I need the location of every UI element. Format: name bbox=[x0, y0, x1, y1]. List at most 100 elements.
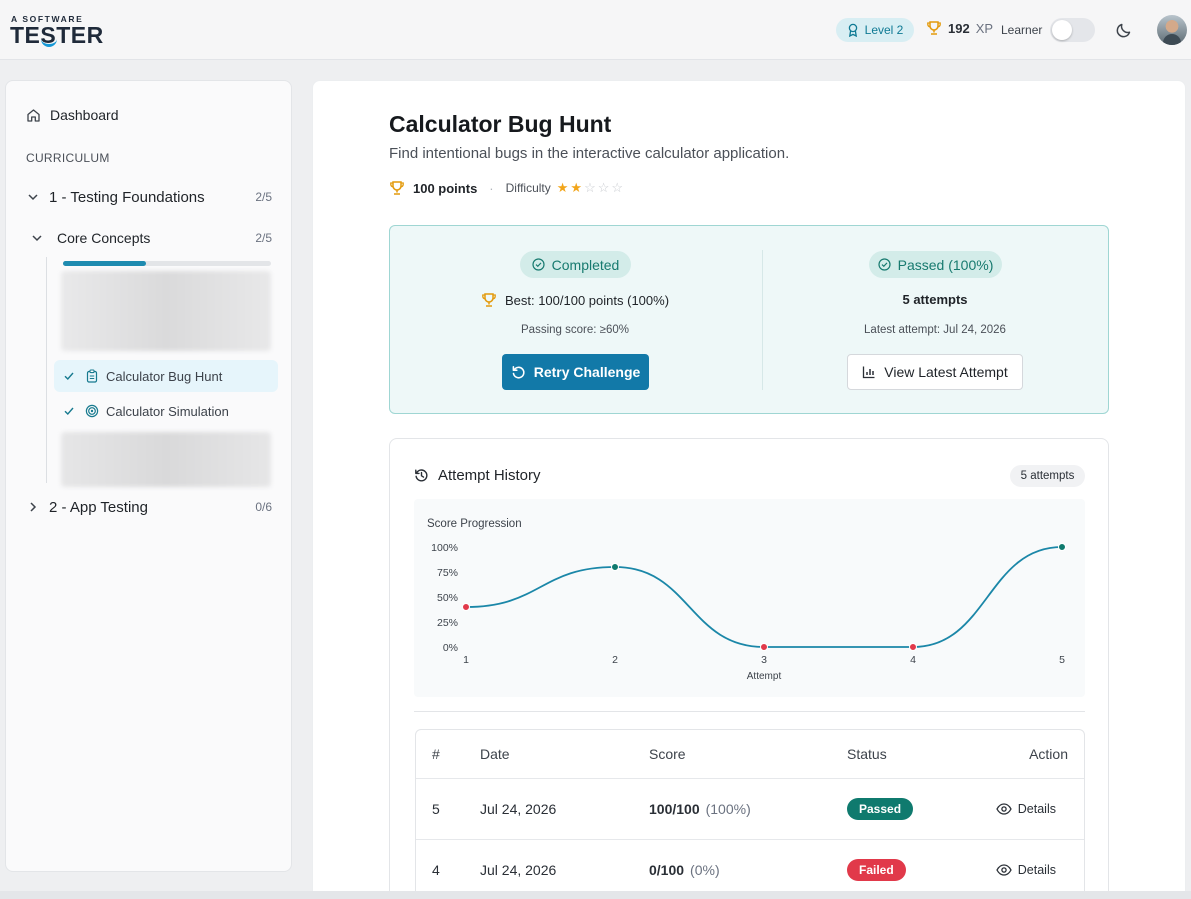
moon-icon[interactable] bbox=[1115, 21, 1133, 39]
x-tick-label: 3 bbox=[761, 654, 767, 666]
trophy-icon bbox=[927, 21, 941, 35]
logo[interactable]: A SOFTWARE TESTER bbox=[10, 14, 110, 48]
view-latest-attempt-button[interactable]: View Latest Attempt bbox=[847, 354, 1023, 390]
result-summary-card: Completed Best: 100/100 points (100%) Pa… bbox=[389, 225, 1109, 414]
module-app-testing[interactable]: 2 - App Testing 0/6 bbox=[26, 496, 272, 518]
table-row: 5 Jul 24, 2026 100/100 (100%) Passed Det… bbox=[416, 779, 1084, 840]
attempts-count: 5 attempts bbox=[902, 292, 968, 307]
sidebar-item-dashboard[interactable]: Dashboard bbox=[26, 107, 119, 123]
avatar[interactable] bbox=[1157, 15, 1187, 45]
trophy-icon bbox=[482, 293, 496, 307]
y-tick-label: 0% bbox=[443, 642, 458, 654]
difficulty-stars: ★ ★ ☆ ☆ ☆ bbox=[555, 180, 623, 196]
col-header-status: Status bbox=[847, 746, 887, 762]
level-badge: Level 2 bbox=[836, 18, 914, 42]
check-icon bbox=[64, 372, 74, 381]
eye-icon bbox=[996, 864, 1012, 876]
target-icon bbox=[85, 404, 99, 418]
details-button[interactable]: Details bbox=[996, 779, 1056, 839]
top-bar: A SOFTWARE TESTER Level 2 192 XP Learner bbox=[0, 0, 1191, 60]
y-tick-label: 75% bbox=[437, 567, 458, 579]
passed-badge: Passed (100%) bbox=[869, 251, 1002, 278]
star-empty-icon: ☆ bbox=[597, 180, 610, 195]
table-header-row: # Date Score Status Action bbox=[416, 730, 1084, 779]
x-tick-label: 5 bbox=[1059, 654, 1065, 666]
trophy-icon bbox=[390, 181, 404, 195]
star-filled-icon: ★ bbox=[556, 180, 569, 195]
score-percent: (100%) bbox=[705, 801, 751, 817]
best-score-label: Best: 100/100 points (100%) bbox=[504, 292, 670, 308]
col-header-action: Action bbox=[1029, 746, 1068, 762]
attempt-number: 5 bbox=[432, 801, 440, 817]
lesson-label: Calculator Simulation bbox=[106, 403, 229, 419]
submodule-count: 2/5 bbox=[255, 231, 272, 245]
blurred-lessons bbox=[61, 432, 271, 487]
star-empty-icon: ☆ bbox=[584, 180, 596, 195]
progress-fill bbox=[63, 261, 147, 266]
latest-attempt: Latest attempt: Jul 24, 2026 bbox=[864, 324, 1006, 336]
completed-label: Completed bbox=[551, 256, 620, 273]
card-divider bbox=[762, 250, 763, 390]
level-label: Level 2 bbox=[864, 23, 904, 37]
details-label: Details bbox=[1017, 802, 1056, 816]
col-header-score: Score bbox=[649, 746, 686, 762]
score-chart: Score Progression 0% 25% 50% 75% 100% 1 2 3 4 5 At… bbox=[414, 499, 1085, 697]
score-value: 0/100 bbox=[649, 862, 685, 878]
status-badge: Passed bbox=[847, 798, 914, 820]
retry-icon bbox=[512, 365, 525, 379]
data-point-failed bbox=[760, 643, 768, 651]
lesson-label: Calculator Bug Hunt bbox=[106, 368, 223, 384]
module-title: 1 - Testing Foundations bbox=[49, 188, 205, 206]
check-icon bbox=[64, 407, 74, 416]
history-icon bbox=[415, 469, 428, 482]
check-circle-icon bbox=[532, 258, 545, 271]
dashboard-label: Dashboard bbox=[50, 107, 119, 123]
page-title: Calculator Bug Hunt bbox=[389, 111, 612, 137]
check-circle-icon bbox=[878, 258, 891, 271]
chevron-down-icon bbox=[28, 194, 38, 201]
series-line bbox=[465, 546, 1063, 648]
xp-display: 192 XP bbox=[926, 20, 993, 36]
submodule-core-concepts[interactable]: Core Concepts 2/5 bbox=[30, 227, 272, 249]
score-percent: (0%) bbox=[690, 862, 720, 878]
details-label: Details bbox=[1017, 863, 1056, 877]
passing-score: Passing score: ≥60% bbox=[521, 324, 629, 336]
data-point-failed bbox=[909, 643, 917, 651]
attempts-badge: 5 attempts bbox=[1010, 465, 1085, 487]
submodule-title: Core Concepts bbox=[57, 230, 151, 246]
module-testing-foundations[interactable]: 1 - Testing Foundations 2/5 bbox=[26, 186, 272, 208]
module-title: 2 - App Testing bbox=[49, 498, 148, 516]
toggle-knob bbox=[1052, 20, 1072, 40]
attempt-history-card: Attempt History 5 attempts Score Progres… bbox=[389, 438, 1109, 899]
y-tick-label: 50% bbox=[437, 592, 458, 604]
x-tick-label: 2 bbox=[612, 654, 618, 666]
separator-dot: · bbox=[489, 180, 494, 196]
score-chart-svg: 0% 25% 50% 75% 100% 1 2 3 4 5 Attempt bbox=[431, 542, 1066, 682]
role-toggle[interactable] bbox=[1050, 18, 1095, 42]
tree-line bbox=[46, 257, 47, 483]
eye-icon bbox=[996, 803, 1012, 815]
attempts-table: # Date Score Status Action 5 Jul 24, 202… bbox=[415, 729, 1085, 899]
role-label: Learner bbox=[1001, 23, 1043, 37]
col-header-date: Date bbox=[480, 746, 510, 762]
chevron-right-icon bbox=[30, 502, 37, 512]
star-empty-icon: ☆ bbox=[611, 180, 624, 195]
attempt-history-title: Attempt History bbox=[438, 467, 541, 484]
col-header-number: # bbox=[432, 746, 440, 762]
lesson-calculator-bug-hunt[interactable]: Calculator Bug Hunt bbox=[54, 360, 278, 392]
lesson-calculator-simulation[interactable]: Calculator Simulation bbox=[54, 395, 278, 427]
y-tick-label: 100% bbox=[431, 542, 458, 554]
data-point-failed bbox=[462, 603, 470, 611]
blurred-lessons bbox=[61, 271, 271, 351]
retry-challenge-button[interactable]: Retry Challenge bbox=[502, 354, 649, 390]
logo-wordmark: TESTER bbox=[10, 22, 104, 48]
attempt-date: Jul 24, 2026 bbox=[480, 801, 557, 817]
attempt-status: Passed bbox=[847, 779, 914, 839]
attempt-score: 100/100 (100%) bbox=[649, 779, 751, 839]
main-content: Calculator Bug Hunt Find intentional bug… bbox=[312, 80, 1186, 899]
status-badge: Failed bbox=[847, 859, 906, 881]
y-tick-label: 25% bbox=[437, 617, 458, 629]
module-count: 0/6 bbox=[255, 500, 272, 514]
clipboard-icon bbox=[86, 369, 98, 383]
best-score: Best: 100/100 points (100%) bbox=[480, 292, 670, 308]
